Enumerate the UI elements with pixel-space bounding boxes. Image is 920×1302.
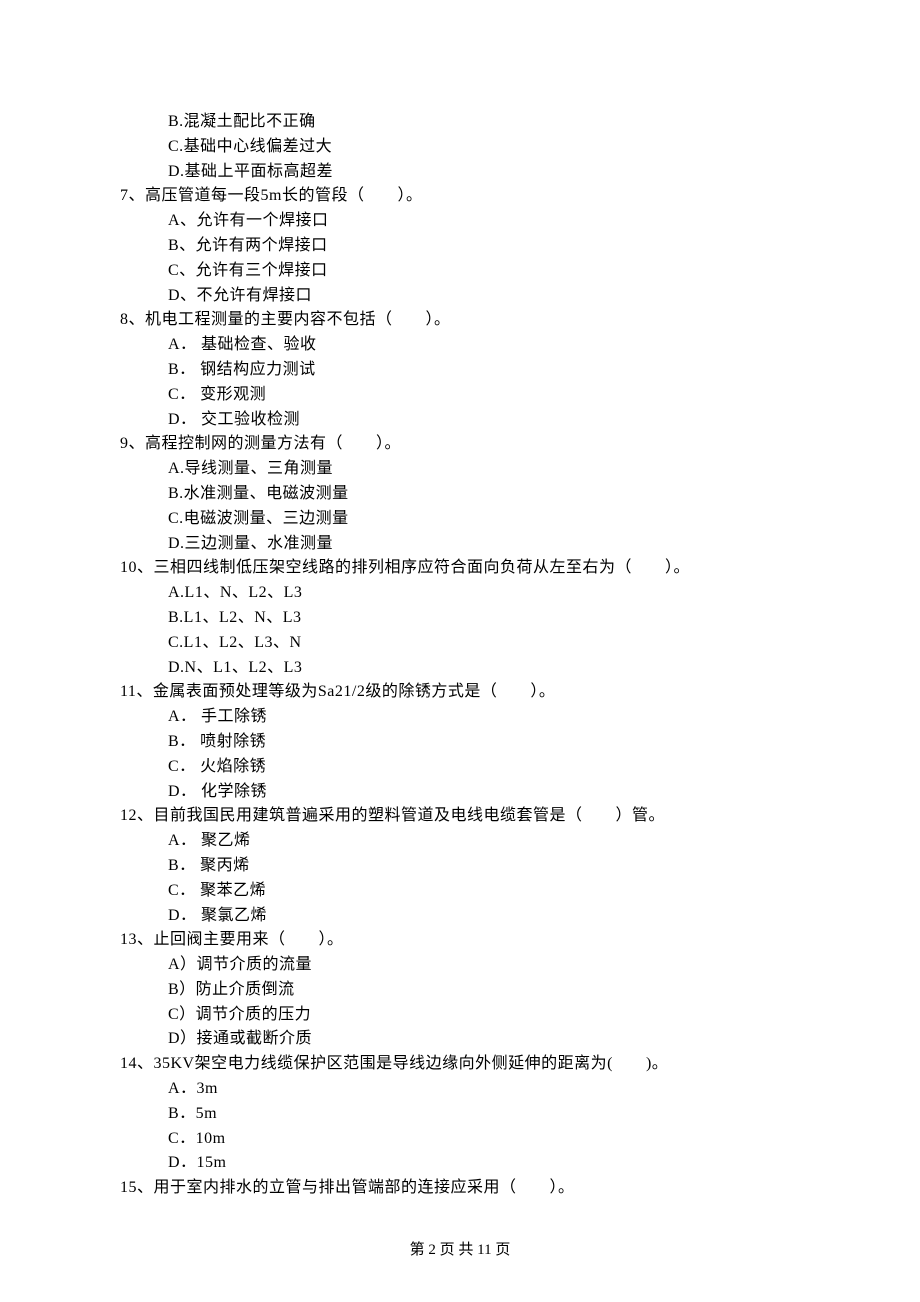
page: B.混凝土配比不正确 C.基础中心线偏差过大 D.基础上平面标高超差 7、高压管… (0, 0, 920, 1302)
q7-option-b: B、允许有两个焊接口 (120, 234, 800, 259)
q14-stem: 14、35KV架空电力线缆保护区范围是导线边缘向外侧延伸的距离为( )。 (120, 1052, 800, 1077)
q11-option-b: B． 喷射除锈 (120, 730, 800, 755)
q11-stem: 11、金属表面预处理等级为Sa21/2级的除锈方式是（ ）。 (120, 680, 800, 705)
q10-option-a: A.L1、N、L2、L3 (120, 581, 800, 606)
q8-option-a: A． 基础检查、验收 (120, 333, 800, 358)
page-footer: 第 2 页 共 11 页 (0, 1239, 920, 1262)
q14-option-c: C．10m (120, 1127, 800, 1152)
q7-stem: 7、高压管道每一段5m长的管段（ ）。 (120, 184, 800, 209)
q13-option-c: C）调节介质的压力 (120, 1003, 800, 1028)
q10-option-d: D.N、L1、L2、L3 (120, 656, 800, 681)
q6-option-d: D.基础上平面标高超差 (120, 160, 800, 185)
q7-option-d: D、不允许有焊接口 (120, 284, 800, 309)
q10-option-b: B.L1、L2、N、L3 (120, 606, 800, 631)
q13-option-a: A）调节介质的流量 (120, 953, 800, 978)
q14-option-b: B．5m (120, 1102, 800, 1127)
q8-option-b: B． 钢结构应力测试 (120, 358, 800, 383)
q12-option-a: A． 聚乙烯 (120, 829, 800, 854)
q9-option-c: C.电磁波测量、三边测量 (120, 507, 800, 532)
q6-option-c: C.基础中心线偏差过大 (120, 135, 800, 160)
q13-option-d: D）接通或截断介质 (120, 1027, 800, 1052)
q8-option-d: D． 交工验收检测 (120, 408, 800, 433)
q11-option-c: C． 火焰除锈 (120, 755, 800, 780)
q12-option-b: B． 聚丙烯 (120, 854, 800, 879)
q7-option-a: A、允许有一个焊接口 (120, 209, 800, 234)
q10-stem: 10、三相四线制低压架空线路的排列相序应符合面向负荷从左至右为（ ）。 (120, 556, 800, 581)
q11-option-a: A． 手工除锈 (120, 705, 800, 730)
q11-option-d: D． 化学除锈 (120, 780, 800, 805)
q9-option-d: D.三边测量、水准测量 (120, 532, 800, 557)
q12-option-d: D． 聚氯乙烯 (120, 904, 800, 929)
q8-option-c: C． 变形观测 (120, 383, 800, 408)
q8-stem: 8、机电工程测量的主要内容不包括（ ）。 (120, 308, 800, 333)
q15-stem: 15、用于室内排水的立管与排出管端部的连接应采用（ ）。 (120, 1176, 800, 1201)
q9-stem: 9、高程控制网的测量方法有（ ）。 (120, 432, 800, 457)
q12-stem: 12、目前我国民用建筑普遍采用的塑料管道及电线电缆套管是（ ）管。 (120, 804, 800, 829)
q12-option-c: C． 聚苯乙烯 (120, 879, 800, 904)
content-body: B.混凝土配比不正确 C.基础中心线偏差过大 D.基础上平面标高超差 7、高压管… (120, 110, 800, 1201)
q13-option-b: B）防止介质倒流 (120, 978, 800, 1003)
q10-option-c: C.L1、L2、L3、N (120, 631, 800, 656)
q7-option-c: C、允许有三个焊接口 (120, 259, 800, 284)
q9-option-b: B.水准测量、电磁波测量 (120, 482, 800, 507)
q6-option-b: B.混凝土配比不正确 (120, 110, 800, 135)
q14-option-d: D．15m (120, 1151, 800, 1176)
q9-option-a: A.导线测量、三角测量 (120, 457, 800, 482)
q14-option-a: A．3m (120, 1077, 800, 1102)
q13-stem: 13、止回阀主要用来（ ）。 (120, 928, 800, 953)
